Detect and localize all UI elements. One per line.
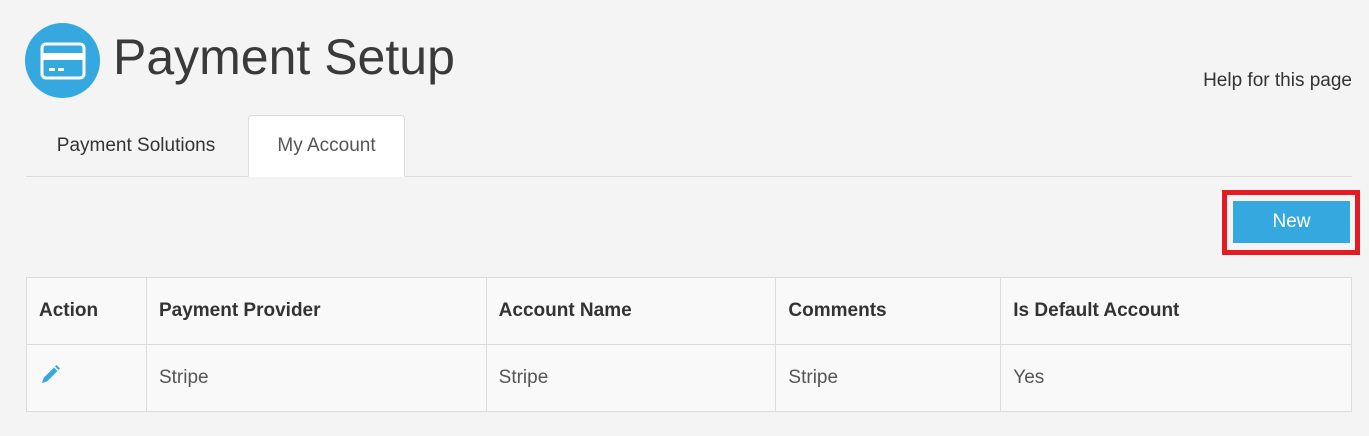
column-header-comments: Comments [775, 277, 1002, 345]
action-cell [26, 344, 147, 412]
new-button[interactable]: New [1233, 201, 1350, 243]
column-header-action: Action [26, 277, 147, 345]
cell-comments: Stripe [775, 344, 1002, 412]
accounts-table: Action Payment Provider Account Name Com… [26, 277, 1352, 412]
credit-card-icon [25, 23, 100, 98]
cell-account-name: Stripe [485, 344, 777, 412]
column-header-payment-provider: Payment Provider [145, 277, 487, 345]
table-row: Stripe Stripe Stripe Yes [26, 344, 1352, 412]
pencil-icon[interactable] [39, 364, 61, 392]
help-link[interactable]: Help for this page [1203, 70, 1352, 92]
page-title: Payment Setup [113, 29, 455, 85]
cell-payment-provider: Stripe [145, 344, 487, 412]
tab-payment-solutions[interactable]: Payment Solutions [26, 115, 246, 176]
column-header-is-default-account: Is Default Account [1000, 277, 1352, 345]
table-header-row: Action Payment Provider Account Name Com… [26, 277, 1352, 345]
tab-my-account[interactable]: My Account [248, 115, 405, 177]
cell-is-default-account: Yes [1000, 344, 1352, 412]
column-header-account-name: Account Name [485, 277, 777, 345]
tab-bar: Payment Solutions My Account [26, 114, 1352, 177]
